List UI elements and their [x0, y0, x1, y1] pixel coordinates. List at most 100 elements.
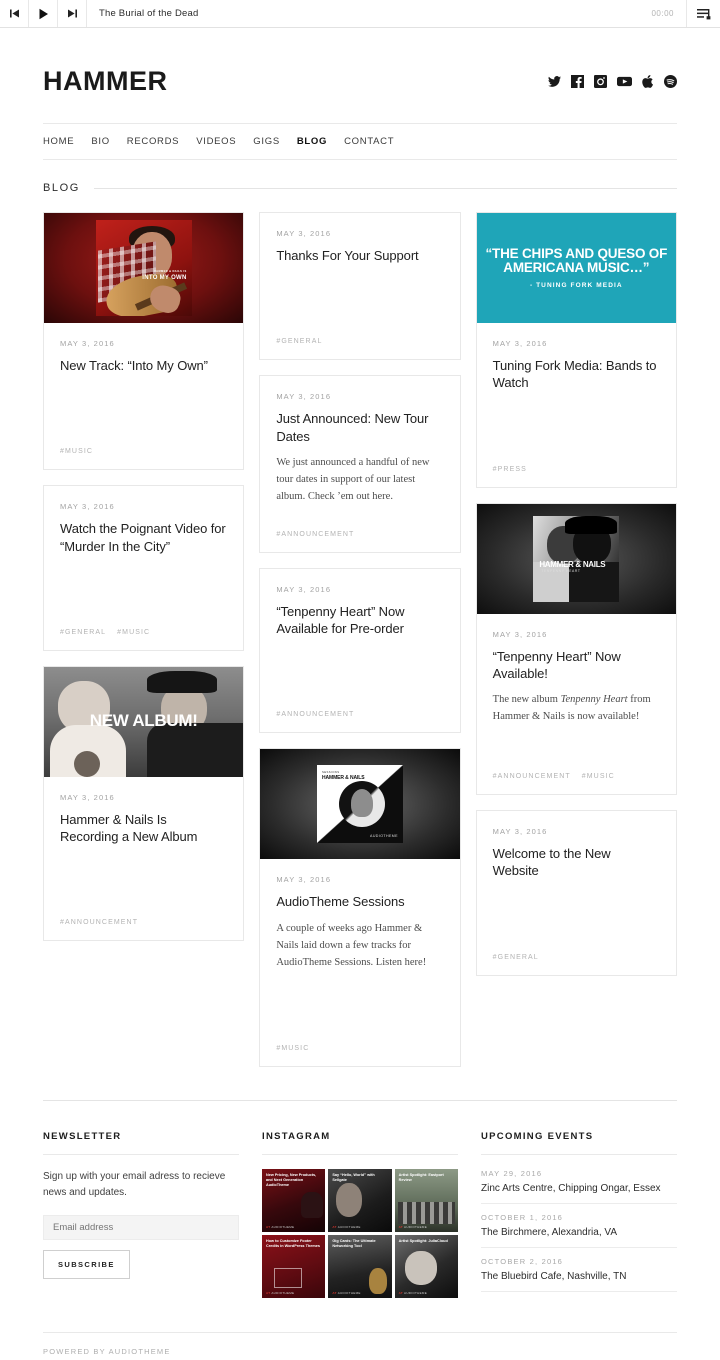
post-column-3: “THE CHIPS AND QUESO OF AMERICANA MUSIC……	[475, 212, 677, 1082]
event-venue: The Bluebird Cafe, Nashville, TN	[481, 1270, 627, 1282]
post-tag[interactable]: #GENERAL	[493, 954, 539, 961]
post-thumbnail-into-my-own[interactable]: HAMMER & NAILS IS INTO MY OWN	[44, 213, 244, 323]
instagram-photo[interactable]: How to Customize Footer Credits in WordP…	[262, 1235, 326, 1299]
post-tag[interactable]: #MUSIC	[60, 448, 93, 455]
event-item[interactable]: OCTOBER 2, 2016 The Bluebird Cafe, Nashv…	[481, 1248, 677, 1292]
instagram-caption: New Pricing, New Products, and Next Gene…	[266, 1172, 317, 1187]
post-tag[interactable]: #ANNOUNCEMENT	[276, 711, 354, 718]
post-title[interactable]: Welcome to the New Website	[493, 845, 660, 880]
playlist-toggle-button[interactable]	[686, 0, 720, 27]
post-card[interactable]: MAY 3, 2016 Just Announced: New Tour Dat…	[259, 375, 461, 553]
apple-icon[interactable]	[642, 75, 654, 88]
instagram-photo[interactable]: New Pricing, New Products, and Next Gene…	[262, 1168, 326, 1233]
spotify-icon[interactable]	[664, 75, 677, 88]
album-art-line1: SESSIONS	[321, 770, 340, 775]
post-title[interactable]: Tuning Fork Media: Bands to Watch	[493, 357, 660, 392]
events-body: MAY 29, 2016 Zinc Arts Centre, Chipping …	[481, 1155, 677, 1292]
post-date: MAY 3, 2016	[492, 339, 548, 348]
nav-item-records[interactable]: RECORDS	[127, 136, 179, 147]
post-card[interactable]: HAMMER & NAILS IS INTO MY OWN MAY 3, 201…	[43, 212, 245, 471]
instagram-icon[interactable]	[594, 75, 607, 88]
post-date: MAY 3, 2016	[276, 584, 332, 594]
post-date: MAY 3, 2016	[276, 229, 332, 238]
instagram-body: New Pricing, New Products, and Next Gene…	[262, 1155, 458, 1299]
post-card[interactable]: NEW ALBUM! MAY 3, 2016 Hammer & Nails Is…	[43, 665, 245, 942]
post-card[interactable]: MAY 3, 2016 Welcome to the New Website #…	[475, 810, 677, 976]
instagram-photo[interactable]: Say “Hello, World” with Sellgate AT AUDI…	[328, 1168, 392, 1233]
post-title[interactable]: Thanks For Your Support	[276, 247, 443, 264]
post-tag[interactable]: #MUSIC	[276, 1045, 309, 1052]
post-tag[interactable]: #MUSIC	[582, 773, 615, 780]
post-tags: #GENERAL #MUSIC	[44, 629, 243, 650]
post-card[interactable]: MAY 3, 2016 Thanks For Your Support #GEN…	[259, 212, 461, 361]
audiotheme-logo: AT AUDIOTHEME	[266, 1291, 295, 1296]
previous-track-button[interactable]	[0, 0, 28, 27]
post-tags: #GENERAL	[477, 954, 676, 975]
post-thumbnail-press-quote[interactable]: “THE CHIPS AND QUESO OF AMERICANA MUSIC……	[476, 213, 676, 323]
post-body: MAY 3, 2016 Watch the Poignant Video for…	[44, 486, 243, 629]
post-title[interactable]: Just Announced: New Tour Dates	[276, 410, 443, 445]
email-field[interactable]	[43, 1215, 239, 1241]
subscribe-button[interactable]: Subscribe	[43, 1250, 130, 1280]
nav-item-bio[interactable]: BIO	[91, 136, 109, 147]
instagram-photo[interactable]: Artist Spotlight: JuliaCloud AT AUDIOTHE…	[394, 1235, 458, 1299]
post-title[interactable]: “Tenpenny Heart” Now Available for Pre-o…	[276, 603, 443, 638]
art-detail	[565, 515, 618, 534]
youtube-icon[interactable]	[617, 75, 632, 88]
post-title[interactable]: New Track: “Into My Own”	[60, 357, 227, 374]
facebook-icon[interactable]	[571, 75, 584, 88]
instagram-caption: How to Customize Footer Credits in WordP…	[266, 1239, 320, 1249]
post-title[interactable]: Watch the Poignant Video for “Murder In …	[60, 520, 227, 555]
post-card[interactable]: “THE CHIPS AND QUESO OF AMERICANA MUSIC……	[475, 212, 677, 488]
nav-item-gigs[interactable]: GIGS	[253, 136, 280, 147]
newsletter-description: Sign up with your email adress to reciev…	[43, 1170, 226, 1198]
post-tag[interactable]: #PRESS	[493, 466, 527, 473]
post-tag[interactable]: #ANNOUNCEMENT	[276, 531, 354, 538]
nav-item-blog[interactable]: BLOG	[297, 136, 327, 147]
nav-item-home[interactable]: HOME	[43, 136, 74, 147]
post-card[interactable]: MAY 3, 2016 Watch the Poignant Video for…	[43, 485, 245, 651]
site-title[interactable]: HAMMER	[43, 68, 168, 95]
post-title[interactable]: Hammer & Nails Is Recording a New Album	[60, 811, 227, 846]
event-item[interactable]: MAY 29, 2016 Zinc Arts Centre, Chipping …	[481, 1169, 677, 1204]
post-tags: #PRESS	[477, 466, 676, 487]
nav-item-contact[interactable]: CONTACT	[344, 136, 394, 147]
instagram-photo[interactable]: Gig Cards: The Ultimate Networking Tool …	[328, 1235, 392, 1299]
photo-detail	[397, 1202, 455, 1225]
post-tags: #ANNOUNCEMENT #MUSIC	[477, 773, 676, 794]
post-thumbnail-audiotheme-sessions[interactable]: SESSIONS HAMMER & NAILS AUDIOTHEME	[260, 749, 460, 860]
post-tag[interactable]: #ANNOUNCEMENT	[493, 773, 571, 780]
audio-player-bar: The Burial of the Dead 00:00	[0, 0, 720, 28]
post-tag[interactable]: #GENERAL	[60, 629, 106, 636]
upcoming-events-widget: UPCOMING EVENTS MAY 29, 2016 Zinc Arts C…	[481, 1131, 677, 1299]
post-date: MAY 3, 2016	[276, 875, 332, 885]
art-detail	[350, 789, 373, 818]
post-tag[interactable]: #MUSIC	[117, 629, 150, 636]
post-tag[interactable]: #ANNOUNCEMENT	[60, 919, 138, 926]
post-thumbnail-tenpenny-heart[interactable]: HAMMER & NAILS TENPENNY HEART	[476, 503, 676, 614]
play-button[interactable]	[29, 0, 57, 27]
post-excerpt: The new album Tenpenny Heart from Hammer…	[493, 691, 660, 725]
page-root: The Burial of the Dead 00:00 HAMMER HOME…	[0, 0, 720, 1360]
content-wrapper: HAMMER HOME BIO RECORDS VIDEOS GIGS BLOG…	[43, 28, 677, 1360]
post-body: MAY 3, 2016 Thanks For Your Support	[260, 213, 459, 338]
nav-item-videos[interactable]: VIDEOS	[196, 136, 236, 147]
post-title[interactable]: AudioTheme Sessions	[276, 893, 443, 910]
audiotheme-logo: AT AUDIOTHEME	[398, 1291, 428, 1296]
post-title[interactable]: “Tenpenny Heart” Now Available!	[493, 648, 660, 683]
instagram-photo[interactable]: Artist Spotlight: Eastport Review AT AUD…	[394, 1168, 458, 1233]
post-card[interactable]: MAY 3, 2016 “Tenpenny Heart” Now Availab…	[259, 567, 461, 734]
event-item[interactable]: OCTOBER 1, 2016 The Birchmere, Alexandri…	[481, 1204, 677, 1248]
post-card[interactable]: HAMMER & NAILS TENPENNY HEART MAY 3, 201…	[475, 502, 677, 796]
next-track-button[interactable]	[58, 0, 86, 27]
post-thumbnail-new-album[interactable]: NEW ALBUM!	[44, 666, 244, 777]
site-container: HAMMER HOME BIO RECORDS VIDEOS GIGS BLOG…	[0, 28, 720, 1360]
audiotheme-logo: AT AUDIOTHEME	[398, 1225, 428, 1230]
instagram-caption: Artist Spotlight: JuliaCloud	[398, 1239, 448, 1244]
post-tag[interactable]: #GENERAL	[276, 338, 322, 345]
post-card[interactable]: SESSIONS HAMMER & NAILS AUDIOTHEME MAY 3…	[259, 748, 461, 1067]
twitter-icon[interactable]	[548, 75, 561, 88]
